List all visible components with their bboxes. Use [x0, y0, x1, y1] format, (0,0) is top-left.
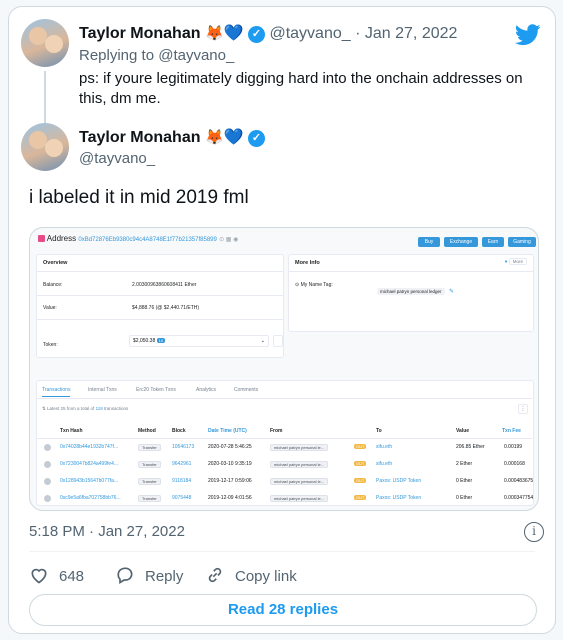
wallet-icon	[273, 335, 283, 347]
col-from: From	[270, 428, 283, 434]
more-label: More	[508, 258, 527, 265]
display-name[interactable]: Taylor Monahan	[79, 129, 201, 146]
heart-outline-icon	[31, 568, 47, 584]
more-dropdown: ♥ More	[504, 258, 527, 265]
gaming-button: Gaming	[508, 237, 536, 247]
read-replies-button[interactable]: Read 28 replies	[29, 594, 537, 626]
col-txn-hash: Txn Hash	[60, 428, 83, 434]
like-button[interactable]: 648	[29, 565, 84, 585]
tab-erc20-token-txns: Erc20 Token Txns	[136, 387, 176, 393]
col-value: Value	[456, 428, 470, 434]
reply-label: Reply	[145, 568, 184, 585]
col-date-time: Date Time (UTC)	[208, 428, 247, 434]
balance-label: Balance:	[43, 282, 63, 288]
fox-emoji: 🦊	[204, 25, 224, 42]
token-count-badge: 10	[156, 338, 166, 343]
speech-bubble-icon	[117, 567, 133, 584]
divider	[29, 551, 535, 552]
tweet-timestamp[interactable]: 5:18 PM · Jan 27, 2022	[29, 523, 185, 540]
info-circle-icon[interactable]: i	[524, 522, 544, 542]
tab-internal-txns: Internal Txns	[88, 387, 117, 393]
reply-tweet-text: ps: if youre legitimately digging hard i…	[79, 70, 523, 107]
main-tweet-text: i labeled it in mid 2019 fml	[29, 187, 249, 208]
overview-title: Overview	[43, 260, 68, 266]
token-value: $2,050.38	[133, 338, 156, 344]
value-label: Value:	[43, 305, 57, 311]
token-label: Token:	[43, 342, 58, 348]
divider	[37, 271, 283, 272]
handle[interactable]: @tayvano_	[79, 150, 155, 167]
col-txn-fee: Txn Fee	[502, 428, 521, 434]
main-author-line: Taylor Monahan 🦊💙 ✓	[79, 127, 266, 147]
tweet-card: Taylor Monahan 🦊💙 ✓ @tayvano_ · Jan 27, …	[8, 6, 556, 634]
address-title: Address	[46, 234, 77, 243]
tab-analytics: Analytics	[196, 387, 217, 393]
display-name[interactable]: Taylor Monahan	[79, 25, 201, 42]
like-count: 648	[59, 568, 85, 585]
copy-qr-icons: ⊙ ▦ ◉	[219, 237, 239, 243]
verified-badge-icon: ✓	[248, 130, 266, 147]
bookmark-icon: ♥	[504, 259, 508, 264]
blue-heart-emoji: 💙	[223, 129, 244, 146]
more-info-panel: More Info ♥ More ⊙ My Name Tag: michael …	[288, 254, 534, 332]
divider	[36, 398, 532, 399]
separator: ·	[355, 25, 361, 42]
fox-emoji: 🦊	[204, 129, 224, 146]
attached-image[interactable]: Address 0xBd72876Eb9380c94c4A8748E1f77b2…	[29, 227, 539, 511]
copy-link-button[interactable]: Copy link	[205, 565, 297, 585]
reply-author-line: Taylor Monahan 🦊💙 ✓ @tayvano_ · Jan 27, …	[79, 23, 457, 43]
blue-heart-emoji: 💙	[223, 25, 244, 42]
chain-link-icon	[208, 567, 222, 583]
avatar[interactable]	[21, 123, 69, 171]
identicon-icon	[38, 235, 45, 242]
eye-icon	[44, 461, 51, 468]
value-value: $4,888.76 (@ $2,440.71/ETH)	[132, 305, 200, 311]
eye-icon	[44, 495, 51, 502]
edit-icon: ✎	[449, 289, 455, 295]
divider	[37, 319, 283, 320]
col-to: To	[376, 428, 382, 434]
reply-button[interactable]: Reply	[115, 565, 183, 585]
earn-button: Earn	[482, 237, 504, 247]
overview-panel: Overview Balance: 2.00300963860608411 Et…	[36, 254, 284, 358]
divider	[289, 271, 533, 272]
balance-value: 2.00300963860608411 Ether	[132, 282, 197, 288]
exchange-button: Exchange	[444, 237, 478, 247]
tweet-date[interactable]: Jan 27, 2022	[365, 25, 458, 42]
table-row: 0x128943b15647b077fa... Transfer 9118184…	[38, 473, 533, 490]
copy-link-label: Copy link	[235, 568, 297, 585]
etherscan-address-header: Address 0xBd72876Eb9380c94c4A8748E1f77b2…	[38, 234, 238, 243]
replying-to[interactable]: Replying to @tayvano_	[79, 47, 234, 64]
table-row: 0x74028b44e1932b747f... Transfer 1054617…	[38, 439, 530, 456]
verified-badge-icon: ✓	[248, 26, 266, 43]
col-method: Method	[138, 428, 156, 434]
chevron-down-icon: ⌄	[260, 338, 265, 344]
eye-icon	[44, 478, 51, 485]
address-hash: 0xBd72876Eb9380c94c4A8748E1f77b21357f858…	[78, 237, 217, 243]
buy-button: Buy	[418, 237, 440, 247]
name-tag-value: michael patryn personal ledger ✎	[377, 280, 454, 298]
tab-comments: Comments	[234, 387, 259, 393]
options-icon: ⋮	[518, 404, 528, 414]
avatar[interactable]	[21, 19, 69, 67]
table-row: 0x7230047b824a499fe4... Transfer 9642961…	[38, 456, 530, 473]
handle[interactable]: @tayvano_	[269, 25, 350, 42]
eye-icon	[44, 444, 51, 451]
col-block: Block	[172, 428, 186, 434]
more-info-title: More Info	[295, 260, 320, 266]
txn-summary: ⇅ Latest 25 from a total of 119 transact…	[42, 406, 129, 411]
twitter-bird-icon[interactable]	[515, 24, 541, 46]
divider	[37, 295, 283, 296]
table-row: 0xc9e5a6fba702758bb76... Transfer 907544…	[38, 490, 533, 507]
name-tag-label: ⊙ My Name Tag:	[295, 282, 333, 288]
token-dropdown: $2,050.38 10 ⌄	[129, 335, 269, 347]
tab-transactions: Transactions	[42, 387, 71, 397]
